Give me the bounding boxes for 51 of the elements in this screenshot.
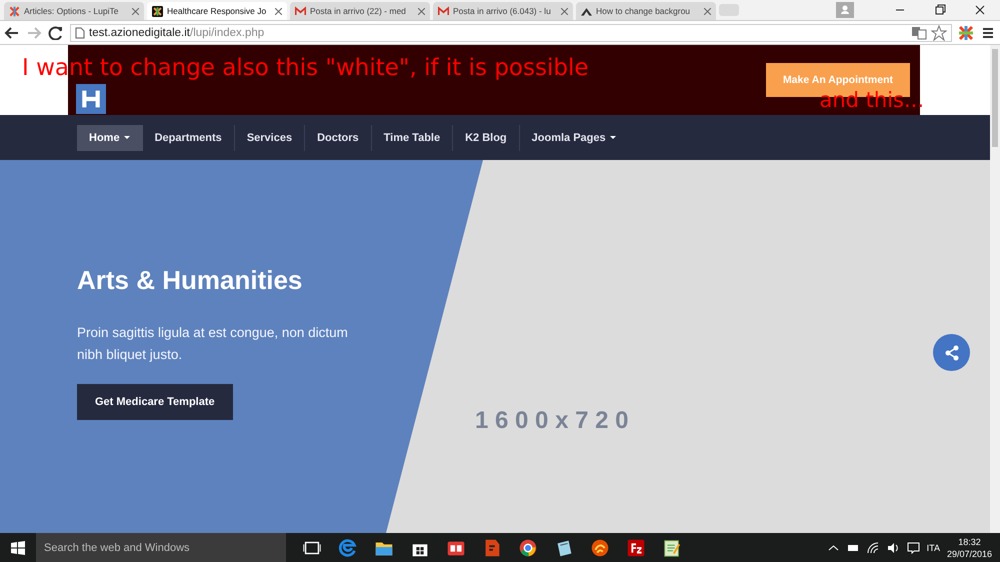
translate-icon[interactable] [911, 24, 927, 40]
star-icon[interactable] [931, 24, 947, 40]
back-icon[interactable] [4, 26, 20, 40]
extension-icon[interactable] [958, 24, 974, 40]
hero-title: Arts & Humanities [77, 265, 304, 296]
nav-link[interactable]: Joomla Pages [520, 124, 628, 150]
browser-tab[interactable]: Posta in arrivo (6.043) - lu [433, 2, 573, 20]
mountain-icon [581, 6, 592, 16]
page-icon [75, 26, 85, 38]
flame-icon[interactable] [589, 537, 611, 559]
mail-icon [295, 6, 306, 16]
mail-icon [438, 6, 449, 16]
close-icon[interactable] [132, 8, 139, 14]
language-indicator[interactable]: ITA [926, 543, 940, 553]
clock-date: 29/07/2016 [946, 548, 992, 560]
nav-link[interactable]: Home [77, 124, 143, 150]
browser-tab[interactable]: Posta in arrivo (22) - med [290, 2, 430, 20]
close-icon[interactable] [704, 8, 711, 14]
clock-time: 18:32 [958, 536, 981, 548]
share-icon [944, 344, 960, 360]
nav-link[interactable]: Services [234, 124, 306, 150]
joomla-icon [9, 6, 20, 16]
search-field[interactable]: Search the web and Windows [36, 533, 286, 562]
nav-link[interactable]: Departments [142, 124, 235, 150]
hero-text: Proin sagittis ligula at est congue, non dictum nibh bliquet justo. [77, 324, 349, 364]
address-bar[interactable]: test.azionedigitale.it/lupi/index.php [70, 24, 952, 42]
template-button[interactable]: Get Medicare Template [77, 384, 233, 420]
wifi-icon[interactable] [866, 542, 880, 554]
browser-tab[interactable]: How to change backgrou [576, 2, 716, 20]
volume-icon[interactable] [886, 542, 900, 554]
browser-tab[interactable]: Healthcare Responsive Jo [147, 2, 287, 20]
text-editor-icon[interactable] [661, 537, 683, 559]
close-icon[interactable] [418, 8, 425, 14]
reload-icon[interactable] [48, 26, 64, 40]
close-icon[interactable] [561, 8, 568, 14]
battery-icon[interactable] [846, 542, 860, 554]
share-button[interactable] [933, 334, 970, 371]
nav-link[interactable]: Doctors [305, 124, 372, 150]
chrome-icon[interactable] [517, 537, 539, 559]
filezilla-icon[interactable] [625, 537, 647, 559]
browser-icon[interactable] [337, 537, 359, 559]
nav-link[interactable]: Time Table [372, 124, 454, 150]
close-icon[interactable] [275, 8, 282, 14]
windows-icon[interactable] [11, 541, 25, 555]
logo-icon[interactable] [76, 84, 106, 114]
scrollbar[interactable] [990, 45, 1000, 533]
nav-link[interactable]: K2 Blog [453, 124, 520, 150]
browser-tab[interactable]: Articles: Options - LupiTe [4, 2, 144, 20]
notification-icon[interactable] [906, 542, 920, 554]
image-placeholder-text: 1 6 0 0 x 7 2 0 [475, 407, 628, 434]
logo-icon [152, 6, 163, 16]
